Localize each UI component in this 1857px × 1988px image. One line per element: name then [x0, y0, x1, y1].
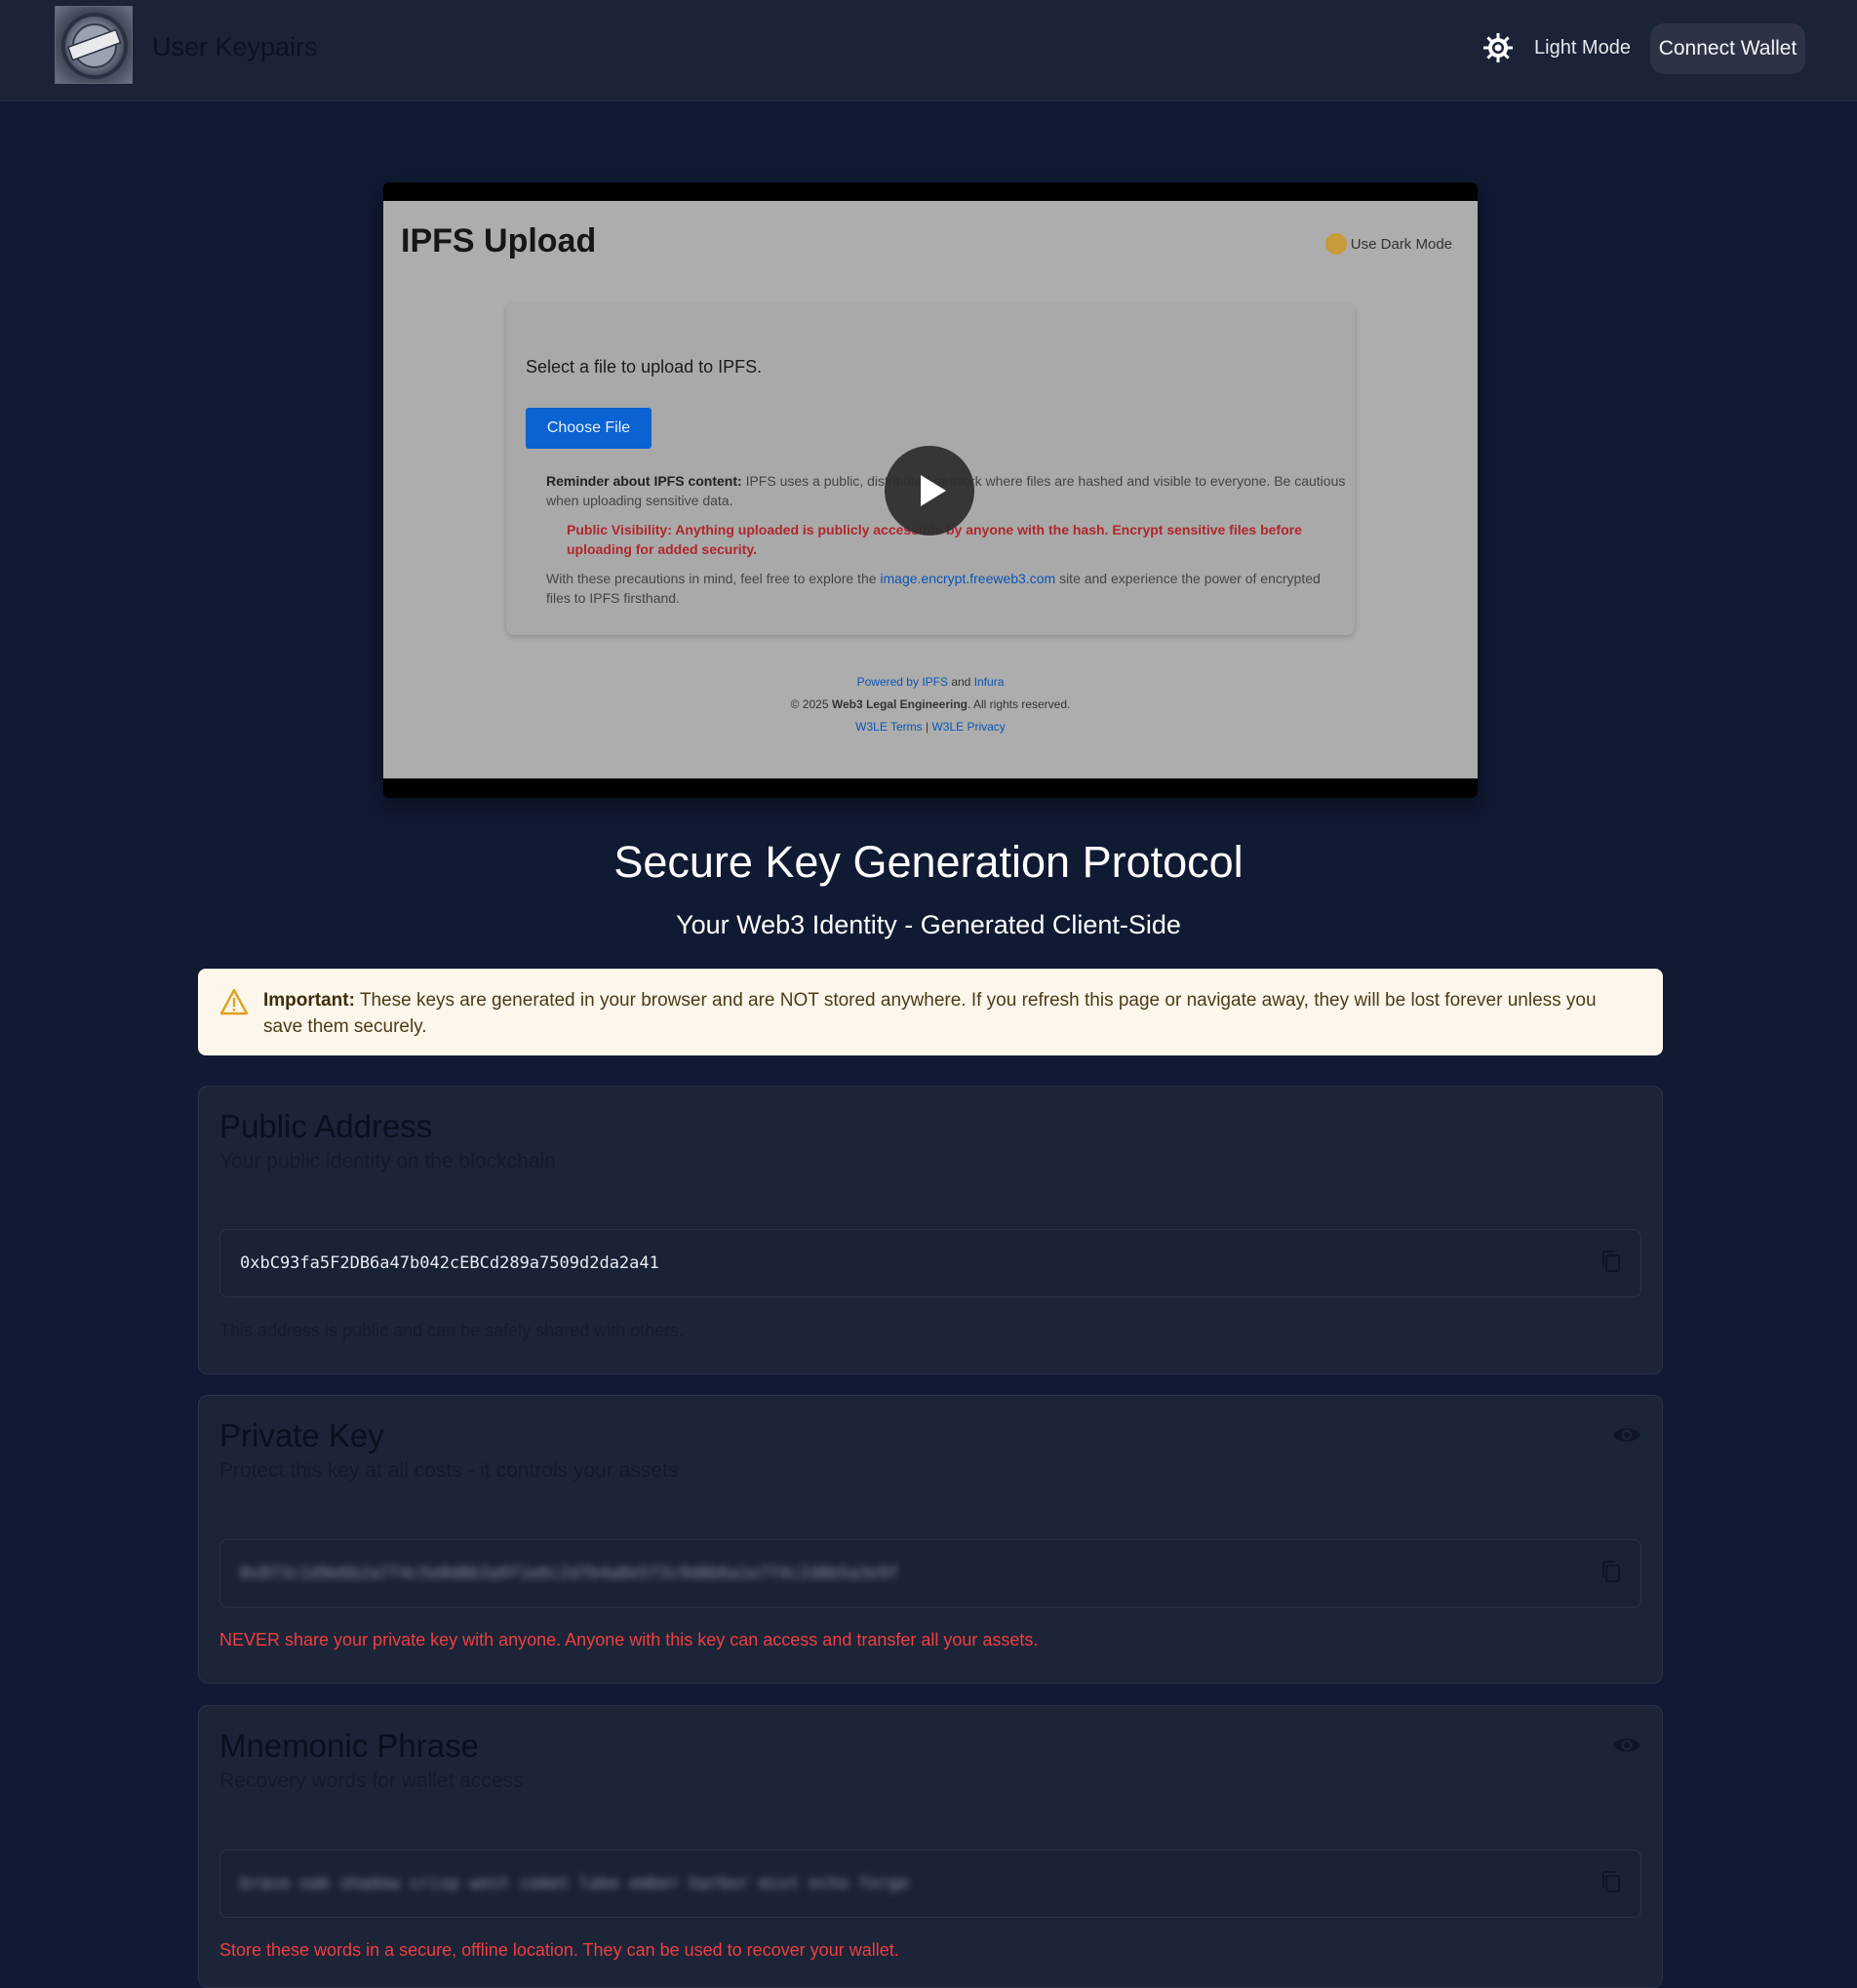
video-footer-rights: . All rights reserved.	[967, 697, 1071, 711]
copy-icon[interactable]	[1600, 1869, 1623, 1894]
alert-label: Important:	[263, 990, 355, 1011]
video-footer-copyright-prefix: © 2025	[790, 697, 829, 711]
video-precaution-text: With these precautions in mind, feel fre…	[546, 569, 1346, 608]
video-footer-company: Web3 Legal Engineering	[831, 697, 968, 711]
alert-body: These keys are generated in your browser…	[263, 990, 1597, 1037]
video-footer-infura: Infura	[973, 675, 1005, 689]
private-key-title: Private Key	[219, 1417, 384, 1453]
video-footer-copyright: © 2025 Web3 Legal Engineering. All right…	[383, 697, 1478, 711]
video-dark-mode-label: Use Dark Mode	[1350, 235, 1452, 253]
copy-icon[interactable]	[1600, 1559, 1623, 1584]
page-title: Secure Key Generation Protocol	[613, 837, 1244, 887]
mnemonic-card: Mnemonic Phrase Recovery words for walle…	[198, 1705, 1663, 1988]
eye-icon[interactable]	[1612, 1423, 1641, 1447]
page-subtitle: Your Web3 Identity - Generated Client-Si…	[676, 910, 1181, 939]
public-address-title: Public Address	[219, 1108, 433, 1144]
video-footer-privacy: W3LE Privacy	[931, 720, 1006, 734]
video-choose-file-button: Choose File	[526, 408, 652, 449]
video-precaution-before: With these precautions in mind, feel fre…	[546, 571, 877, 586]
video-player[interactable]: IPFS Upload Use Dark Mode Select a file …	[383, 182, 1478, 798]
private-key-subtitle: Protect this key at all costs - it contr…	[219, 1459, 679, 1482]
connect-wallet-button[interactable]: Connect Wallet	[1650, 23, 1805, 74]
public-address-value[interactable]: 0xbC93fa5F2DB6a47b042cEBCd289a7509d2da2a…	[240, 1253, 659, 1273]
important-alert: Important: These keys are generated in y…	[198, 969, 1663, 1055]
public-address-note: This address is public and can be safely…	[219, 1321, 685, 1340]
mnemonic-field[interactable]: brave oak shadow crisp west comet lake e…	[219, 1849, 1641, 1918]
app-logo[interactable]	[55, 6, 133, 84]
video-footer-separator: |	[925, 720, 929, 734]
warning-triangle-icon	[219, 988, 249, 1015]
play-icon[interactable]	[885, 446, 974, 536]
video-dark-mode-toggle: Use Dark Mode	[1324, 233, 1452, 255]
copy-icon[interactable]	[1600, 1249, 1623, 1274]
sun-icon[interactable]	[1483, 33, 1513, 62]
mnemonic-masked-value[interactable]: brave oak shadow crisp west comet lake e…	[240, 1874, 909, 1893]
video-footer-terms: W3LE Terms	[855, 720, 923, 734]
video-footer-links: W3LE Terms | W3LE Privacy	[383, 720, 1478, 734]
video-footer-and: and	[951, 675, 971, 689]
app-title: User Keypairs	[152, 32, 318, 61]
theme-toggle-label[interactable]: Light Mode	[1534, 37, 1631, 60]
video-sun-icon	[1324, 233, 1347, 255]
private-key-card: Private Key Protect this key at all cost…	[198, 1395, 1663, 1684]
public-address-field[interactable]: 0xbC93fa5F2DB6a47b042cEBCd289a7509d2da2a…	[219, 1229, 1641, 1297]
video-footer-ipfs: IPFS	[922, 675, 948, 689]
private-key-field[interactable]: 0x8f3c1d9e6b2a7f4c5e0d8b3a9f1e6c2d7b4a8e…	[219, 1539, 1641, 1608]
mnemonic-warning: Store these words in a secure, offline l…	[219, 1940, 899, 1960]
video-precaution-link: image.encrypt.freeweb3.com	[880, 571, 1056, 586]
video-footer-powered: Powered by IPFS and Infura	[383, 675, 1478, 689]
video-footer-powered-prefix: Powered by	[856, 675, 919, 689]
mnemonic-subtitle: Recovery words for wallet access	[219, 1769, 524, 1792]
public-address-card: Public Address Your public identity on t…	[198, 1086, 1663, 1374]
video-reminder-bold: Reminder about IPFS content:	[546, 473, 742, 489]
private-key-masked-value[interactable]: 0x8f3c1d9e6b2a7f4c5e0d8b3a9f1e6c2d7b4a8e…	[240, 1564, 899, 1583]
eye-icon[interactable]	[1612, 1733, 1641, 1757]
top-navbar: User Keypairs Light Mode Connect Wallet	[0, 0, 1857, 101]
mnemonic-title: Mnemonic Phrase	[219, 1728, 479, 1764]
video-select-prompt: Select a file to upload to IPFS.	[526, 357, 763, 377]
video-ipfs-title: IPFS Upload	[401, 222, 597, 259]
alert-text: Important: These keys are generated in y…	[263, 987, 1639, 1040]
public-address-subtitle: Your public identity on the blockchain	[219, 1150, 556, 1173]
private-key-warning: NEVER share your private key with anyone…	[219, 1630, 1039, 1650]
